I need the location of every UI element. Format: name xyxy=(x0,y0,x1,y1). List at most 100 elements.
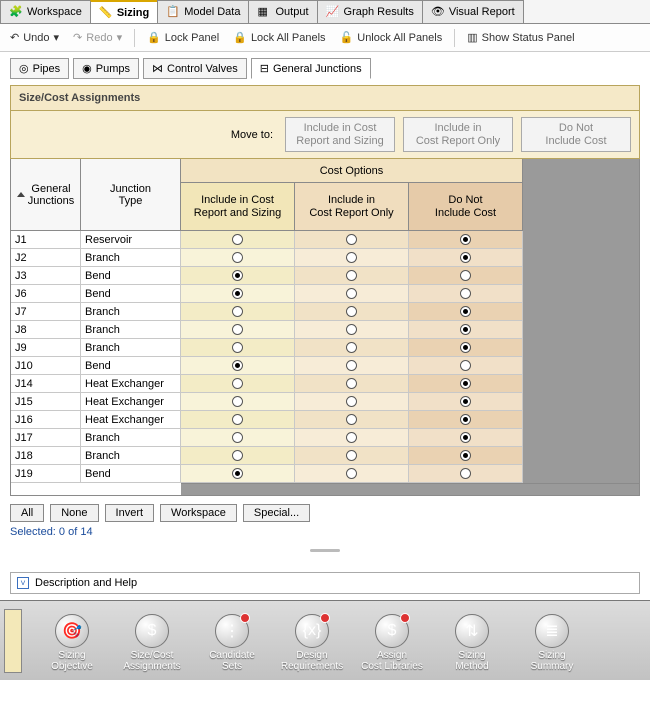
radio-option-1[interactable] xyxy=(232,450,243,461)
radio-option-1[interactable] xyxy=(232,432,243,443)
radio-option-3[interactable] xyxy=(460,324,471,335)
radio-option-1[interactable] xyxy=(232,378,243,389)
radio-option-3[interactable] xyxy=(460,252,471,263)
tab-graph-results[interactable]: 📈Graph Results xyxy=(317,0,423,23)
table-row[interactable]: J14 Heat Exchanger xyxy=(11,375,181,393)
subtab-control-valves[interactable]: ⋈Control Valves xyxy=(143,58,247,79)
col-general-junctions[interactable]: General Junctions xyxy=(11,159,81,231)
subtab-pipes[interactable]: ◎Pipes xyxy=(10,58,69,79)
table-row[interactable]: J9 Branch xyxy=(11,339,181,357)
table-row[interactable]: J16 Heat Exchanger xyxy=(11,411,181,429)
radio-option-1[interactable] xyxy=(232,324,243,335)
table-filler xyxy=(523,231,639,483)
radio-option-1[interactable] xyxy=(232,468,243,479)
radio-option-3[interactable] xyxy=(460,450,471,461)
show-status-button[interactable]: ▥Show Status Panel xyxy=(463,29,578,46)
radio-option-3[interactable] xyxy=(460,288,471,299)
nav-assign[interactable]: $ Assign Cost Libraries xyxy=(352,610,432,672)
radio-option-1[interactable] xyxy=(232,234,243,245)
table-row[interactable]: J18 Branch xyxy=(11,447,181,465)
radio-option-2[interactable] xyxy=(346,450,357,461)
radio-option-2[interactable] xyxy=(346,360,357,371)
undo-button[interactable]: ↶Undo ▾ xyxy=(6,29,63,46)
select-special-button[interactable]: Special... xyxy=(243,504,310,522)
subtab-general-junctions[interactable]: ⊟General Junctions xyxy=(251,58,371,79)
nav-candidate[interactable]: ⋮ Candidate Sets xyxy=(192,610,272,672)
unlock-all-button[interactable]: 🔓Unlock All Panels xyxy=(336,29,447,46)
splitter-grip[interactable] xyxy=(10,546,640,554)
table-row[interactable]: J2 Branch xyxy=(11,249,181,267)
select-all-button[interactable]: All xyxy=(10,504,44,522)
tab-output[interactable]: ▦Output xyxy=(248,0,317,23)
redo-button[interactable]: ↷Redo ▾ xyxy=(69,29,126,46)
radio-option-3[interactable] xyxy=(460,432,471,443)
side-handle[interactable] xyxy=(4,609,22,673)
cell-include-report xyxy=(295,231,409,249)
lock-all-button[interactable]: 🔒Lock All Panels xyxy=(229,29,329,46)
cell-include-sizing xyxy=(181,411,295,429)
lock-panel-button[interactable]: 🔒Lock Panel xyxy=(143,29,223,46)
table-row[interactable]: J15 Heat Exchanger xyxy=(11,393,181,411)
radio-option-2[interactable] xyxy=(346,342,357,353)
table-row[interactable]: J1 Reservoir xyxy=(11,231,181,249)
select-invert-button[interactable]: Invert xyxy=(105,504,155,522)
subtab-pumps[interactable]: ◉Pumps xyxy=(73,58,139,79)
radio-option-1[interactable] xyxy=(232,414,243,425)
select-workspace-button[interactable]: Workspace xyxy=(160,504,237,522)
radio-option-3[interactable] xyxy=(460,234,471,245)
cell-exclude xyxy=(409,447,523,465)
radio-option-3[interactable] xyxy=(460,342,471,353)
junction-id: J14 xyxy=(11,375,81,393)
radio-option-1[interactable] xyxy=(232,306,243,317)
radio-option-2[interactable] xyxy=(346,378,357,389)
nav-sizing[interactable]: ⇅ Sizing Method xyxy=(432,610,512,672)
radio-option-1[interactable] xyxy=(232,270,243,281)
radio-option-2[interactable] xyxy=(346,324,357,335)
radio-option-3[interactable] xyxy=(460,396,471,407)
tab-model-data[interactable]: 📋Model Data xyxy=(157,0,249,23)
radio-option-1[interactable] xyxy=(232,396,243,407)
tab-visual-report[interactable]: 👁Visual Report xyxy=(422,0,524,23)
tab-workspace[interactable]: 🧩Workspace xyxy=(0,0,91,23)
col-junction-type[interactable]: Junction Type xyxy=(81,159,181,231)
radio-option-3[interactable] xyxy=(460,378,471,389)
radio-option-3[interactable] xyxy=(460,306,471,317)
radio-option-1[interactable] xyxy=(232,342,243,353)
table-row[interactable]: J17 Branch xyxy=(11,429,181,447)
radio-option-1[interactable] xyxy=(232,252,243,263)
move-include-sizing-button[interactable]: Include in Cost Report and Sizing xyxy=(285,117,395,152)
radio-option-2[interactable] xyxy=(346,252,357,263)
description-panel[interactable]: ˅ Description and Help xyxy=(10,572,640,594)
move-exclude-button[interactable]: Do Not Include Cost xyxy=(521,117,631,152)
cost-options-header: Cost Options xyxy=(181,159,523,183)
radio-option-2[interactable] xyxy=(346,270,357,281)
nav-design[interactable]: {x} Design Requirements xyxy=(272,610,352,672)
expand-icon[interactable]: ˅ xyxy=(17,577,29,589)
table-row[interactable]: J10 Bend xyxy=(11,357,181,375)
select-none-button[interactable]: None xyxy=(50,504,98,522)
radio-option-2[interactable] xyxy=(346,432,357,443)
radio-option-1[interactable] xyxy=(232,360,243,371)
graph-icon: 📈 xyxy=(326,5,340,19)
radio-option-2[interactable] xyxy=(346,414,357,425)
nav-sizing[interactable]: 🎯 Sizing Objective xyxy=(32,610,112,672)
table-row[interactable]: J8 Branch xyxy=(11,321,181,339)
table-row[interactable]: J3 Bend xyxy=(11,267,181,285)
radio-option-2[interactable] xyxy=(346,468,357,479)
radio-option-1[interactable] xyxy=(232,288,243,299)
table-row[interactable]: J6 Bend xyxy=(11,285,181,303)
move-include-report-button[interactable]: Include in Cost Report Only xyxy=(403,117,513,152)
radio-option-3[interactable] xyxy=(460,468,471,479)
radio-option-2[interactable] xyxy=(346,306,357,317)
table-row[interactable]: J7 Branch xyxy=(11,303,181,321)
table-row[interactable]: J19 Bend xyxy=(11,465,181,483)
tab-sizing[interactable]: 📏Sizing xyxy=(90,0,158,23)
radio-option-3[interactable] xyxy=(460,270,471,281)
radio-option-3[interactable] xyxy=(460,360,471,371)
radio-option-2[interactable] xyxy=(346,234,357,245)
nav-size-cost[interactable]: $ Size/Cost Assignments xyxy=(112,610,192,672)
radio-option-2[interactable] xyxy=(346,288,357,299)
nav-sizing[interactable]: ≣ Sizing Summary xyxy=(512,610,592,672)
radio-option-3[interactable] xyxy=(460,414,471,425)
radio-option-2[interactable] xyxy=(346,396,357,407)
